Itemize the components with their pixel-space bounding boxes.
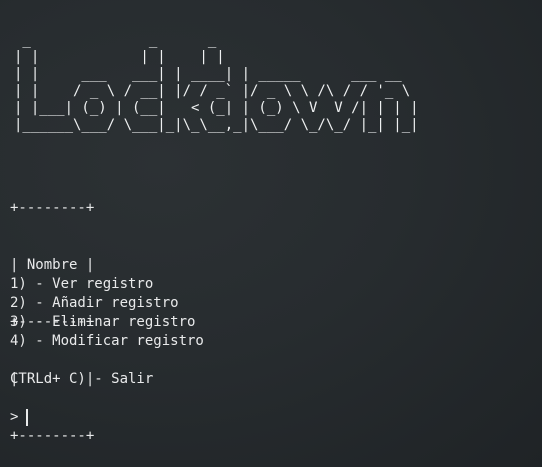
text-cursor (26, 409, 29, 426)
menu-item-modificar-registro: 4) - Modificar registro (10, 333, 204, 349)
options-menu: 1) - Ver registro 2) - Añadir registro 3… (10, 275, 204, 351)
table-header-row: | Nombre | (10, 257, 95, 273)
ascii-banner-lockdown: _ _ _ | | | | | | | | ___ ___| | ____| |… (14, 32, 419, 133)
menu-item-ver-registro: 1) - Ver registro (10, 276, 154, 292)
menu-item-anadir-registro: 2) - Añadir registro (10, 295, 179, 311)
command-prompt[interactable]: > (10, 408, 29, 427)
terminal-window: _ _ _ | | | | | | | | ___ ___| | ____| |… (0, 0, 542, 467)
menu-item-eliminar-registro: 3) - Eliminar registro (10, 314, 196, 330)
table-bottom-border: +--------+ (10, 428, 95, 444)
exit-hint: CTRL + C) - Salir (10, 371, 154, 387)
table-top-border: +--------+ (10, 200, 95, 216)
prompt-symbol: > (10, 409, 19, 425)
